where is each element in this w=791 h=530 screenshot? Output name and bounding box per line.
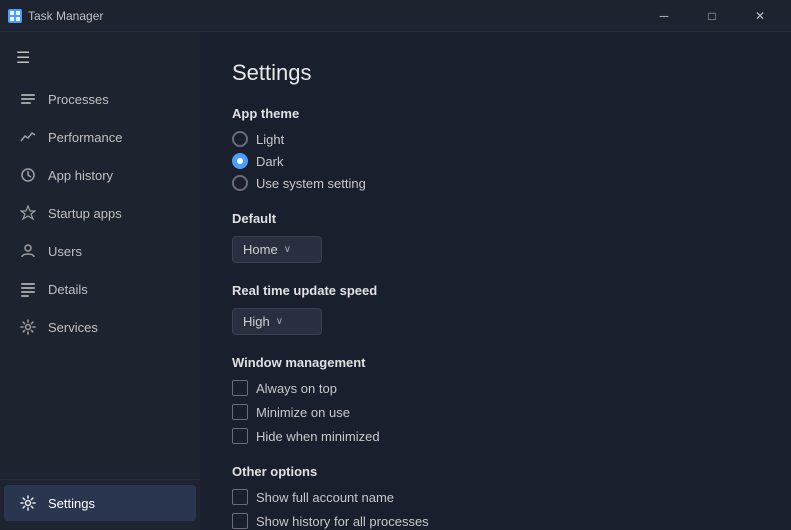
realtime-dropdown-arrow: ∨	[276, 316, 283, 327]
other-options-checkboxes: Show full account name Show history for …	[232, 489, 759, 529]
app-theme-section: App theme Light Dark Use system setting	[232, 106, 759, 191]
other-options-label: Other options	[232, 464, 759, 479]
realtime-update-section: Real time update speed High ∨	[232, 283, 759, 335]
realtime-dropdown-value: High	[243, 314, 270, 329]
theme-dark-option[interactable]: Dark	[232, 153, 759, 169]
theme-system-radio[interactable]	[232, 175, 248, 191]
startup-icon	[20, 205, 36, 221]
title-bar: Task Manager ─ □ ✕	[0, 0, 791, 32]
show-full-account-option[interactable]: Show full account name	[232, 489, 759, 505]
realtime-update-label: Real time update speed	[232, 283, 759, 298]
theme-light-option[interactable]: Light	[232, 131, 759, 147]
sidebar-bottom: Settings	[0, 479, 200, 522]
default-label: Default	[232, 211, 759, 226]
theme-dark-label: Dark	[256, 154, 283, 169]
settings-content: Settings App theme Light Dark Use system…	[200, 32, 791, 530]
theme-radio-group: Light Dark Use system setting	[232, 131, 759, 191]
sidebar-label-performance: Performance	[48, 130, 122, 145]
app-icon	[8, 9, 22, 23]
app-theme-label: App theme	[232, 106, 759, 121]
always-on-top-checkbox[interactable]	[232, 380, 248, 396]
sidebar-item-details[interactable]: Details	[4, 271, 196, 307]
always-on-top-label: Always on top	[256, 381, 337, 396]
processes-icon	[20, 91, 36, 107]
show-history-label: Show history for all processes	[256, 514, 429, 529]
default-section: Default Home ∨	[232, 211, 759, 263]
default-dropdown[interactable]: Home ∨	[232, 236, 322, 263]
minimize-on-use-option[interactable]: Minimize on use	[232, 404, 759, 420]
services-icon	[20, 319, 36, 335]
sidebar-item-processes[interactable]: Processes	[4, 81, 196, 117]
sidebar-item-services[interactable]: Services	[4, 309, 196, 345]
show-history-option[interactable]: Show history for all processes	[232, 513, 759, 529]
default-dropdown-value: Home	[243, 242, 278, 257]
users-icon	[20, 243, 36, 259]
hide-when-minimized-option[interactable]: Hide when minimized	[232, 428, 759, 444]
sidebar-item-startup-apps[interactable]: Startup apps	[4, 195, 196, 231]
realtime-dropdown[interactable]: High ∨	[232, 308, 322, 335]
main-layout: ☰ Processes Performance	[0, 32, 791, 530]
other-options-section: Other options Show full account name Sho…	[232, 464, 759, 529]
window-management-label: Window management	[232, 355, 759, 370]
title-bar-left: Task Manager	[8, 9, 103, 23]
sidebar-item-app-history[interactable]: App history	[4, 157, 196, 193]
settings-icon	[20, 495, 36, 511]
theme-dark-radio[interactable]	[232, 153, 248, 169]
default-dropdown-arrow: ∨	[284, 244, 291, 255]
show-full-account-label: Show full account name	[256, 490, 394, 505]
theme-light-radio[interactable]	[232, 131, 248, 147]
sidebar-item-users[interactable]: Users	[4, 233, 196, 269]
window-management-checkboxes: Always on top Minimize on use Hide when …	[232, 380, 759, 444]
sidebar-label-services: Services	[48, 320, 98, 335]
show-history-checkbox[interactable]	[232, 513, 248, 529]
window-title: Task Manager	[28, 9, 103, 23]
app-history-icon	[20, 167, 36, 183]
sidebar-item-settings[interactable]: Settings	[4, 485, 196, 521]
sidebar-label-app-history: App history	[48, 168, 113, 183]
sidebar-label-processes: Processes	[48, 92, 109, 107]
sidebar: ☰ Processes Performance	[0, 32, 200, 530]
hide-when-minimized-label: Hide when minimized	[256, 429, 380, 444]
details-icon	[20, 281, 36, 297]
window-controls: ─ □ ✕	[641, 0, 783, 32]
hamburger-menu[interactable]: ☰	[0, 40, 200, 76]
sidebar-label-details: Details	[48, 282, 88, 297]
theme-system-label: Use system setting	[256, 176, 366, 191]
theme-system-option[interactable]: Use system setting	[232, 175, 759, 191]
window-management-section: Window management Always on top Minimize…	[232, 355, 759, 444]
minimize-on-use-checkbox[interactable]	[232, 404, 248, 420]
sidebar-label-settings: Settings	[48, 496, 95, 511]
performance-icon	[20, 129, 36, 145]
minimize-on-use-label: Minimize on use	[256, 405, 350, 420]
hide-when-minimized-checkbox[interactable]	[232, 428, 248, 444]
always-on-top-option[interactable]: Always on top	[232, 380, 759, 396]
maximize-button[interactable]: □	[689, 0, 735, 32]
sidebar-item-performance[interactable]: Performance	[4, 119, 196, 155]
sidebar-label-users: Users	[48, 244, 82, 259]
page-title: Settings	[232, 60, 759, 86]
show-full-account-checkbox[interactable]	[232, 489, 248, 505]
sidebar-label-startup-apps: Startup apps	[48, 206, 122, 221]
close-button[interactable]: ✕	[737, 0, 783, 32]
theme-light-label: Light	[256, 132, 284, 147]
minimize-button[interactable]: ─	[641, 0, 687, 32]
